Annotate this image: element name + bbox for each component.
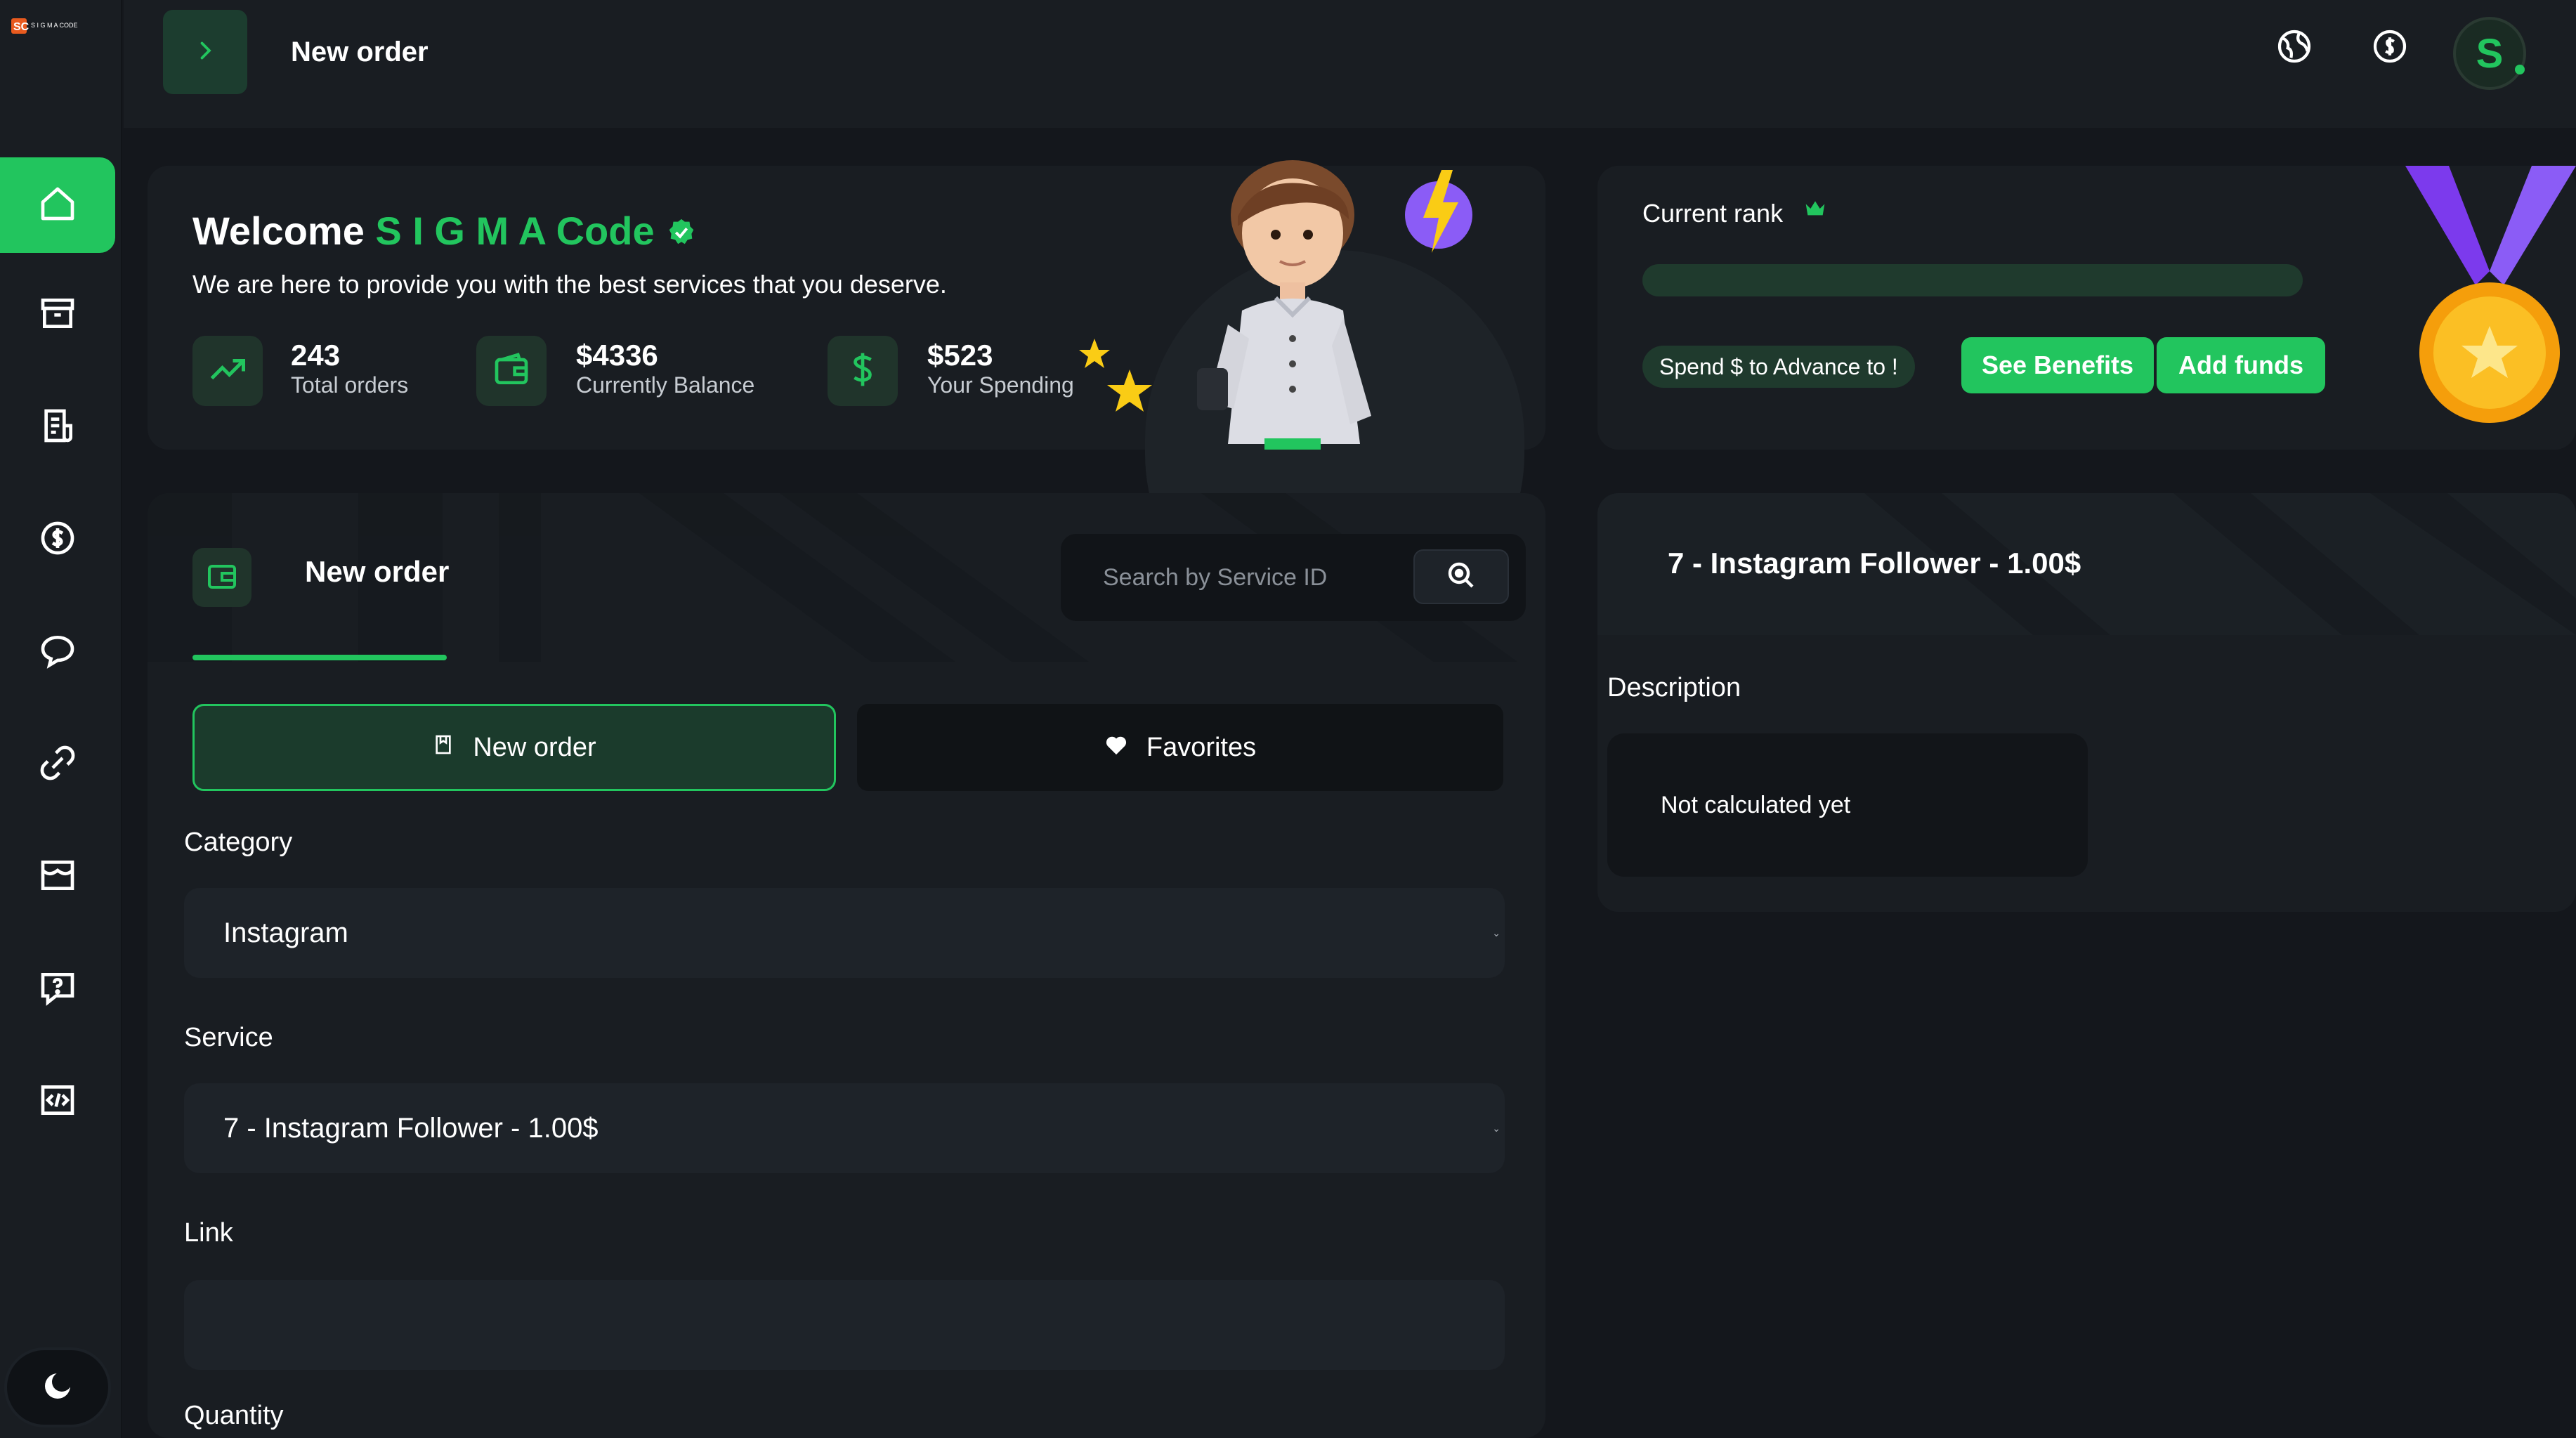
rank-progress-bar xyxy=(1642,264,2303,296)
logo-text: S I G M A CODE xyxy=(31,22,78,29)
wallet-icon xyxy=(205,559,239,596)
currency-button[interactable] xyxy=(2362,20,2418,76)
tab-label: New order xyxy=(473,732,596,762)
description-label: Description xyxy=(1607,673,1741,702)
search-input[interactable] xyxy=(1101,555,1382,600)
stat-label: Your Spending xyxy=(927,372,1074,398)
sidebar-item-affiliates[interactable] xyxy=(0,717,115,812)
heart-icon xyxy=(1104,733,1128,763)
welcome-prefix: Welcome xyxy=(192,209,365,253)
stat-value: $523 xyxy=(927,339,993,372)
medal-icon xyxy=(2405,166,2576,431)
crown-icon xyxy=(1804,199,1826,228)
chevron-down-icon: ⌄ xyxy=(1492,927,1501,939)
online-status-dot xyxy=(2515,65,2525,74)
sidebar-item-add-funds[interactable] xyxy=(0,492,115,587)
see-benefits-button[interactable]: See Benefits xyxy=(1961,337,2154,393)
archive-icon xyxy=(38,294,77,336)
sidebar-item-orders[interactable] xyxy=(0,267,115,362)
order-card: New order New order Favorites Category I… xyxy=(148,493,1545,1438)
link-label: Link xyxy=(184,1218,233,1248)
lightning-icon xyxy=(1402,166,1475,258)
stat-total-orders-icon-box xyxy=(192,336,263,406)
stat-balance: $4336 Currently Balance xyxy=(576,339,754,398)
stat-spending: $523 Your Spending xyxy=(927,339,1074,398)
welcome-username: S I G M A Code xyxy=(375,209,655,253)
tab-label: Favorites xyxy=(1146,732,1257,762)
dollar-icon xyxy=(843,350,882,393)
chevron-down-icon: ⌄ xyxy=(1492,1123,1501,1134)
link-input[interactable] xyxy=(184,1280,1505,1370)
question-icon xyxy=(38,968,77,1011)
stat-label: Currently Balance xyxy=(576,372,755,398)
theme-toggle[interactable] xyxy=(4,1347,111,1427)
moon-icon xyxy=(41,1369,74,1406)
sidebar-item-store[interactable] xyxy=(0,829,115,924)
star-icon xyxy=(1073,339,1156,426)
rank-card: Current rank Spend $ to Advance to ! See… xyxy=(1597,166,2576,450)
stat-total-orders: 243 Total orders xyxy=(291,339,408,398)
currency-icon xyxy=(2370,27,2410,70)
rank-title: Current rank xyxy=(1642,198,1826,228)
sidebar-item-api[interactable] xyxy=(0,1054,115,1149)
receipt-icon xyxy=(38,406,77,449)
avatar-letter: S xyxy=(2476,30,2504,77)
service-select[interactable]: 7 - Instagram Follower - 1.00$ ⌄ xyxy=(184,1083,1505,1173)
category-label: Category xyxy=(184,828,293,857)
stat-balance-icon-box xyxy=(476,336,547,406)
category-value: Instagram xyxy=(223,917,348,948)
spend-advance-text: Spend $ to Advance to ! xyxy=(1642,346,1915,388)
description-value: Not calculated yet xyxy=(1661,791,1851,818)
add-funds-button[interactable]: Add funds xyxy=(2157,337,2325,393)
stat-value: 243 xyxy=(291,339,341,372)
service-value: 7 - Instagram Follower - 1.00$ xyxy=(223,1112,599,1144)
search-box xyxy=(1061,534,1526,621)
chat-icon xyxy=(38,631,77,674)
sidebar-item-home[interactable] xyxy=(0,157,115,253)
bookmark-icon xyxy=(432,733,455,763)
tab-new-order[interactable]: New order xyxy=(192,704,836,791)
category-select[interactable]: Instagram ⌄ xyxy=(184,888,1505,978)
dollar-circle-icon xyxy=(38,518,77,561)
code-icon xyxy=(38,1080,77,1123)
sidebar-item-tickets[interactable] xyxy=(0,604,115,700)
welcome-subtitle: We are here to provide you with the best… xyxy=(192,270,947,299)
description-box: Not calculated yet xyxy=(1607,733,2088,877)
store-icon xyxy=(38,856,77,898)
stat-label: Total orders xyxy=(291,372,409,398)
chevron-right-icon xyxy=(192,38,218,67)
search-icon xyxy=(1444,558,1478,596)
stat-value: $4336 xyxy=(576,339,658,372)
service-detail-title: 7 - Instagram Follower - 1.00$ xyxy=(1668,547,2081,580)
welcome-card: Welcome S I G M A Code We are here to pr… xyxy=(148,160,1545,643)
trend-up-icon xyxy=(207,348,249,394)
avatar[interactable]: S xyxy=(2453,17,2526,90)
svg-text:SC: SC xyxy=(13,21,30,33)
globe-icon xyxy=(2275,27,2314,70)
link-icon xyxy=(38,743,77,786)
wallet-icon xyxy=(492,350,531,393)
stat-spending-icon-box xyxy=(828,336,898,406)
logo[interactable]: SC S I G M A CODE xyxy=(11,17,101,37)
order-header-underline xyxy=(192,655,447,660)
welcome-title: Welcome S I G M A Code xyxy=(192,208,698,254)
character-illustration xyxy=(1187,149,1412,453)
page-title: New order xyxy=(291,37,429,67)
language-button[interactable] xyxy=(2266,20,2322,76)
verified-icon xyxy=(665,209,698,253)
sidebar-item-faq[interactable] xyxy=(0,941,115,1037)
search-button[interactable] xyxy=(1413,549,1509,604)
order-header-title: New order xyxy=(305,555,450,588)
service-detail-card: 7 - Instagram Follower - 1.00$ Descripti… xyxy=(1597,493,2576,912)
home-icon xyxy=(38,184,77,227)
order-header-icon-box xyxy=(192,548,251,607)
sidebar: SC S I G M A CODE xyxy=(0,0,122,1438)
rank-title-text: Current rank xyxy=(1642,199,1784,228)
sidebar-toggle-button[interactable] xyxy=(163,10,247,94)
quantity-label: Quantity xyxy=(184,1401,284,1430)
sidebar-item-services[interactable] xyxy=(0,379,115,475)
tab-favorites[interactable]: Favorites xyxy=(857,704,1503,791)
topbar xyxy=(124,0,2576,128)
service-label: Service xyxy=(184,1023,273,1052)
